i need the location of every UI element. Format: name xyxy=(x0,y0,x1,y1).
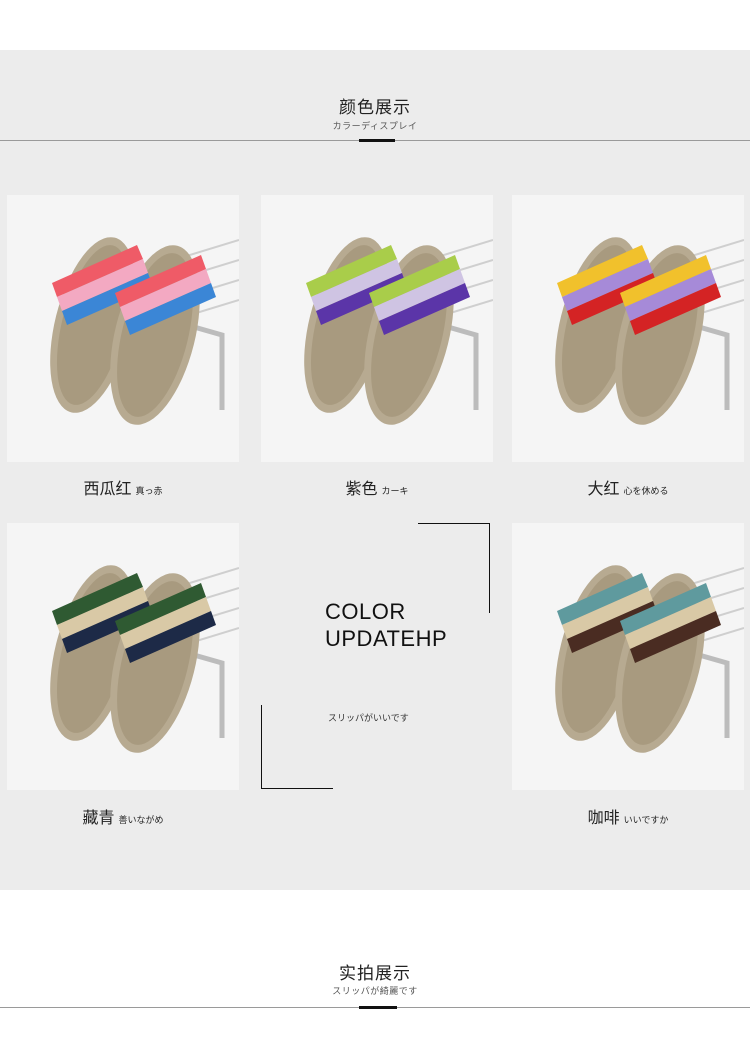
product-photo-navy[interactable] xyxy=(7,523,239,790)
corner-line-top xyxy=(418,523,490,524)
section-title-photos: 实拍展示 xyxy=(339,964,411,984)
product-caption-purple: 紫色 カーキ xyxy=(261,475,493,499)
product-caption-coffee: 咖啡 いいですか xyxy=(512,804,744,828)
product-name: 大红 xyxy=(587,479,620,498)
corner-line-bottom xyxy=(261,788,333,789)
title-line-2: UPDATEHP xyxy=(325,626,448,651)
product-photo-big-red[interactable] xyxy=(512,195,744,462)
section-title: 颜色展示 xyxy=(339,98,411,118)
product-caption-watermelon-red: 西瓜红 真っ赤 xyxy=(7,475,239,499)
title-line-1: COLOR xyxy=(325,599,406,624)
product-photo-coffee[interactable] xyxy=(512,523,744,790)
product-name-jp: いいですか xyxy=(623,816,669,826)
product-name-jp: 善いながめ xyxy=(118,816,164,826)
product-photo-watermelon-red[interactable] xyxy=(7,195,239,462)
product-name: 咖啡 xyxy=(587,808,620,827)
product-name-jp: 真っ赤 xyxy=(135,487,163,497)
product-caption-big-red: 大红 心を休める xyxy=(512,475,744,499)
product-name-jp: カーキ xyxy=(381,487,409,497)
product-name: 西瓜红 xyxy=(83,479,132,498)
product-name-jp: 心を休める xyxy=(623,487,669,497)
color-update-title: COLOR UPDATEHP xyxy=(325,598,447,652)
photos-divider-accent xyxy=(359,1006,397,1009)
section-subtitle-photos: スリッパが綺麗です xyxy=(332,987,418,997)
product-caption-navy: 藏青 善いながめ xyxy=(7,804,239,828)
corner-line-right xyxy=(489,523,490,613)
section-subtitle: カラーディスプレイ xyxy=(332,122,418,132)
product-name: 藏青 xyxy=(82,808,115,827)
product-photo-purple[interactable] xyxy=(261,195,493,462)
color-update-subtitle: スリッパがいいです xyxy=(328,714,409,724)
corner-line-left xyxy=(261,705,262,789)
product-name: 紫色 xyxy=(345,479,378,498)
header-divider-accent xyxy=(359,139,395,142)
